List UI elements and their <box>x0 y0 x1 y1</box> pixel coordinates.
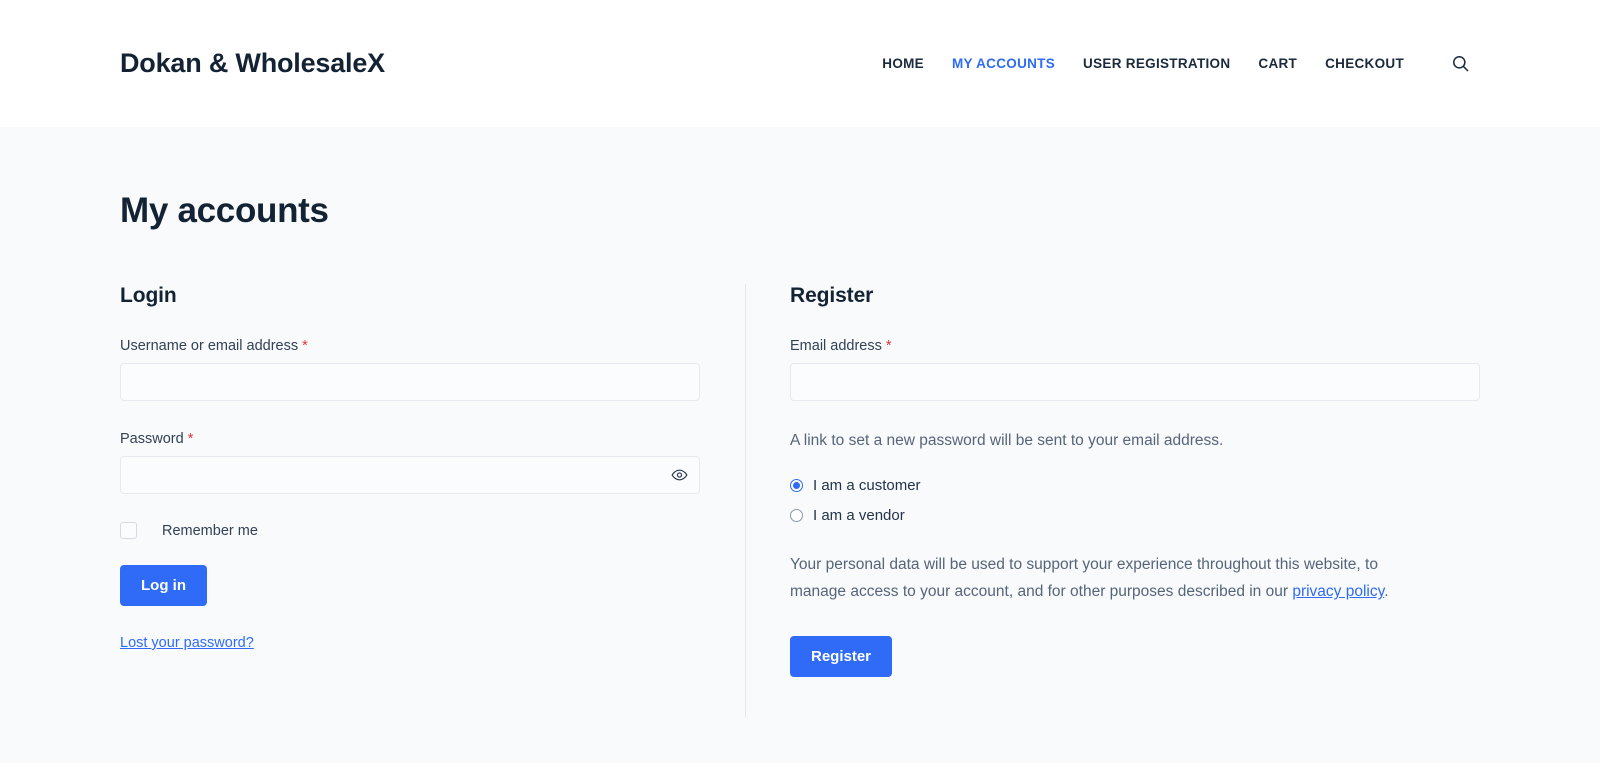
radio-row-customer[interactable]: I am a customer <box>790 477 1480 494</box>
nav-item-home[interactable]: HOME <box>882 56 924 71</box>
lost-password-link[interactable]: Lost your password? <box>120 635 254 651</box>
nav-item-my-accounts[interactable]: MY ACCOUNTS <box>952 56 1055 71</box>
register-button-wrapper: Register <box>790 635 1480 677</box>
login-form: Login Username or email address * Passwo… <box>120 284 745 677</box>
username-label: Username or email address * <box>120 338 700 354</box>
remember-me-checkbox[interactable] <box>120 522 137 539</box>
email-label: Email address * <box>790 338 1480 354</box>
remember-me-row: Remember me <box>120 522 700 539</box>
nav-item-checkout[interactable]: CHECKOUT <box>1325 56 1404 71</box>
nav-item-user-registration[interactable]: USER REGISTRATION <box>1083 56 1230 71</box>
email-field-group: Email address * <box>790 338 1480 401</box>
radio-vendor-label[interactable]: I am a vendor <box>813 507 905 524</box>
radio-vendor[interactable] <box>790 509 803 523</box>
page-content: My accounts Login Username or email addr… <box>0 191 1600 717</box>
nav-item-cart[interactable]: CART <box>1258 56 1297 71</box>
radio-customer[interactable] <box>790 479 803 493</box>
login-heading: Login <box>120 284 177 307</box>
radio-customer-label[interactable]: I am a customer <box>813 477 921 494</box>
password-required-asterisk: * <box>187 431 194 447</box>
main-navigation: HOME MY ACCOUNTS USER REGISTRATION CART … <box>882 56 1404 71</box>
email-input[interactable] <box>790 363 1480 401</box>
radio-row-vendor[interactable]: I am a vendor <box>790 507 1480 524</box>
register-form: Register Email address * A link to set a… <box>746 284 1480 677</box>
username-required-asterisk: * <box>302 338 308 354</box>
page-title: My accounts <box>120 191 329 230</box>
login-button[interactable]: Log in <box>120 565 207 606</box>
privacy-text-after: . <box>1384 583 1389 601</box>
password-field-group: Password * <box>120 431 700 494</box>
header-right-group: HOME MY ACCOUNTS USER REGISTRATION CART … <box>882 52 1600 76</box>
account-type-radio-group: I am a customer I am a vendor <box>790 477 1480 524</box>
site-header: Dokan & WholesaleX HOME MY ACCOUNTS USER… <box>0 0 1600 127</box>
privacy-policy-link[interactable]: privacy policy <box>1292 583 1384 600</box>
lost-password-row: Lost your password? <box>120 606 700 652</box>
password-input-wrapper <box>120 456 700 494</box>
username-input[interactable] <box>120 363 700 401</box>
password-label-text: Password <box>120 431 184 447</box>
password-label: Password * <box>120 431 700 447</box>
search-icon[interactable] <box>1448 52 1472 76</box>
email-label-text: Email address <box>790 338 882 354</box>
password-input[interactable] <box>120 456 700 494</box>
password-reset-helper-text: A link to set a new password will be sen… <box>790 432 1224 449</box>
site-title: Dokan & WholesaleX <box>120 48 385 78</box>
remember-me-label[interactable]: Remember me <box>162 523 258 539</box>
privacy-text-before: Your personal data will be used to suppo… <box>790 556 1378 601</box>
email-required-asterisk: * <box>885 338 892 354</box>
accounts-columns: Login Username or email address * Passwo… <box>120 284 1480 717</box>
username-field-group: Username or email address * <box>120 338 700 401</box>
privacy-policy-text: Your personal data will be used to suppo… <box>790 551 1405 605</box>
register-button[interactable]: Register <box>790 635 893 677</box>
eye-icon[interactable] <box>671 467 688 484</box>
register-heading: Register <box>790 284 874 307</box>
username-label-text: Username or email address <box>120 338 299 354</box>
